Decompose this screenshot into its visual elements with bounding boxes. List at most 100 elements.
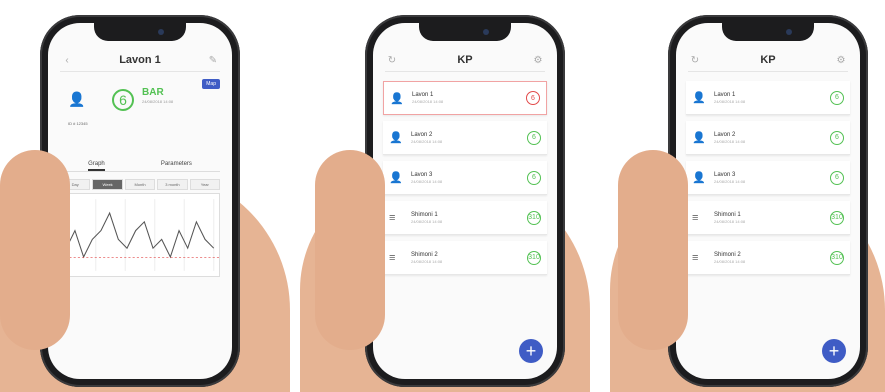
person-icon: 👤 — [389, 172, 403, 184]
topbar: ↻ KP ⚙ — [385, 49, 545, 72]
row-subtext: 24/08/2018 14:08 — [411, 218, 443, 224]
row-metric: 6 — [527, 130, 541, 145]
list-item[interactable]: ≡ Shimoni 1 24/08/2018 14:08 310 — [686, 201, 850, 235]
person-icon: 👤 — [389, 132, 403, 144]
phone-screen: ‹ Lavon 1 ✎ 👤 6 BAR 24/08/2018 14:08 Map… — [48, 23, 232, 379]
row-name: Lavon 1 — [714, 91, 736, 98]
value-circle: 310 — [830, 250, 844, 265]
tab-graph[interactable]: Graph — [88, 161, 105, 171]
list-item[interactable]: 👤 Lavon 2 24/08/2018 14:08 6 — [686, 121, 850, 155]
row-text: Shimoni 2 24/08/2018 14:08 — [405, 252, 527, 264]
phone-list-selected: ↻ KP ⚙ 👤 Lavon 1 24/08/2018 14:08 6 👤 Lavon 2… — [365, 15, 565, 387]
list-item[interactable]: ≡ Shimoni 1 24/08/2018 14:08 310 — [383, 201, 547, 235]
value-circle: 6 — [526, 91, 540, 105]
row-subtext: 24/08/2018 14:08 — [411, 138, 443, 144]
menu-icon: ≡ — [389, 211, 396, 224]
row-name: Lavon 2 — [714, 131, 736, 138]
time-chip-bar: Day Week Month 3 month Year — [60, 179, 221, 190]
row-metric: 310 — [830, 210, 844, 225]
row-name: Shimoni 2 — [714, 251, 741, 258]
station-list: 👤 Lavon 1 24/08/2018 14:08 6 👤 Lavon 2 24/08/2… — [383, 81, 547, 281]
tab-parameters[interactable]: Parameters — [161, 161, 192, 171]
row-metric: 6 — [830, 130, 844, 145]
list-item[interactable]: 👤 Lavon 3 24/08/2018 14:08 6 — [383, 161, 547, 195]
topbar: ‹ Lavon 1 ✎ — [60, 49, 220, 72]
row-subtext: 24/08/2018 14:08 — [714, 98, 746, 104]
chip-week[interactable]: Week — [92, 179, 123, 190]
add-button[interactable]: + — [519, 339, 543, 363]
row-text: Shimoni 2 24/08/2018 14:08 — [708, 252, 830, 264]
page-title: Lavon 1 — [119, 54, 161, 66]
value-circle: 310 — [830, 210, 844, 225]
phone-notch — [722, 23, 814, 41]
tab-bar: Graph Parameters — [60, 161, 220, 172]
phone-screen: ↻ KP ⚙ 👤 Lavon 1 24/08/2018 14:08 6 👤 Lavon 2… — [373, 23, 557, 379]
row-subtext: 24/08/2018 14:08 — [411, 178, 443, 184]
thumb-mid — [315, 150, 385, 350]
row-name: Lavon 3 — [411, 171, 433, 178]
row-text: Lavon 1 24/08/2018 14:08 — [708, 92, 830, 104]
row-name: Lavon 3 — [714, 171, 736, 178]
station-list: 👤 Lavon 1 24/08/2018 14:08 6 👤 Lavon 2 24/08/2… — [686, 81, 850, 281]
row-metric: 310 — [830, 250, 844, 265]
row-subtext: 24/08/2018 14:08 — [714, 178, 746, 184]
refresh-icon[interactable]: ↻ — [385, 55, 399, 66]
row-subtext: 24/08/2018 14:08 — [714, 258, 746, 264]
row-metric: 6 — [830, 90, 844, 105]
value-circle: 6 — [830, 90, 844, 105]
status-unit: BAR — [142, 87, 164, 98]
person-icon: 👤 — [68, 91, 86, 107]
phone-screen: ↻ KP ⚙ 👤 Lavon 1 24/08/2018 14:08 6 👤 Lavon 2… — [676, 23, 860, 379]
chip-month[interactable]: Month — [124, 179, 156, 190]
row-metric: 6 — [527, 170, 541, 185]
row-subtext: 24/08/2018 14:08 — [714, 138, 746, 144]
back-icon[interactable]: ‹ — [60, 55, 74, 66]
menu-icon: ≡ — [692, 251, 699, 264]
phone-detail: ‹ Lavon 1 ✎ 👤 6 BAR 24/08/2018 14:08 Map… — [40, 15, 240, 387]
row-text: Lavon 2 24/08/2018 14:08 — [708, 132, 830, 144]
person-icon: 👤 — [692, 132, 706, 144]
value-circle: 6 — [830, 170, 844, 185]
value-circle: 310 — [527, 250, 541, 265]
row-name: Shimoni 2 — [411, 251, 438, 258]
chip-3month[interactable]: 3 month — [157, 179, 188, 190]
row-subtext: 24/08/2018 14:08 — [714, 218, 746, 224]
edit-icon[interactable]: ✎ — [206, 55, 220, 66]
list-item[interactable]: ≡ Shimoni 2 24/08/2018 14:08 310 — [383, 241, 547, 275]
chip-year[interactable]: Year — [189, 179, 221, 190]
add-button[interactable]: + — [822, 339, 846, 363]
row-text: Lavon 2 24/08/2018 14:08 — [405, 132, 527, 144]
row-name: Shimoni 1 — [714, 211, 741, 218]
value-circle: 6 — [527, 170, 541, 185]
settings-icon[interactable]: ⚙ — [531, 55, 545, 66]
list-item[interactable]: 👤 Lavon 2 24/08/2018 14:08 6 — [383, 121, 547, 155]
row-subtext: 24/08/2018 14:08 — [412, 99, 444, 104]
menu-icon: ≡ — [692, 211, 699, 224]
page-title: KP — [457, 54, 473, 66]
refresh-icon[interactable]: ↻ — [688, 55, 702, 66]
thumb-left — [0, 150, 70, 350]
value-circle: 310 — [527, 210, 541, 225]
person-icon: 👤 — [692, 92, 706, 104]
phone-notch — [94, 23, 186, 41]
phone-list: ↻ KP ⚙ 👤 Lavon 1 24/08/2018 14:08 6 👤 Lavon 2… — [668, 15, 868, 387]
row-name: Shimoni 1 — [411, 211, 438, 218]
person-code: ID # 12345 — [68, 121, 88, 126]
row-metric: 6 — [526, 91, 540, 105]
list-item[interactable]: 👤 Lavon 1 24/08/2018 14:08 6 — [383, 81, 547, 115]
row-text: Shimoni 1 24/08/2018 14:08 — [708, 212, 830, 224]
list-item[interactable]: ≡ Shimoni 2 24/08/2018 14:08 310 — [686, 241, 850, 275]
map-button[interactable]: Map — [202, 79, 220, 89]
status-text: 24/08/2018 14:08 — [142, 99, 174, 104]
row-text: Lavon 3 24/08/2018 14:08 — [405, 172, 527, 184]
trend-graph — [60, 193, 220, 277]
row-subtext: 24/08/2018 14:08 — [411, 258, 443, 264]
row-text: Lavon 1 24/08/2018 14:08 — [406, 92, 526, 104]
list-item[interactable]: 👤 Lavon 3 24/08/2018 14:08 6 — [686, 161, 850, 195]
list-item[interactable]: 👤 Lavon 1 24/08/2018 14:08 6 — [686, 81, 850, 115]
settings-icon[interactable]: ⚙ — [834, 55, 848, 66]
thumb-right — [618, 150, 688, 350]
page-title: KP — [760, 54, 776, 66]
row-text: Shimoni 1 24/08/2018 14:08 — [405, 212, 527, 224]
row-text: Lavon 3 24/08/2018 14:08 — [708, 172, 830, 184]
